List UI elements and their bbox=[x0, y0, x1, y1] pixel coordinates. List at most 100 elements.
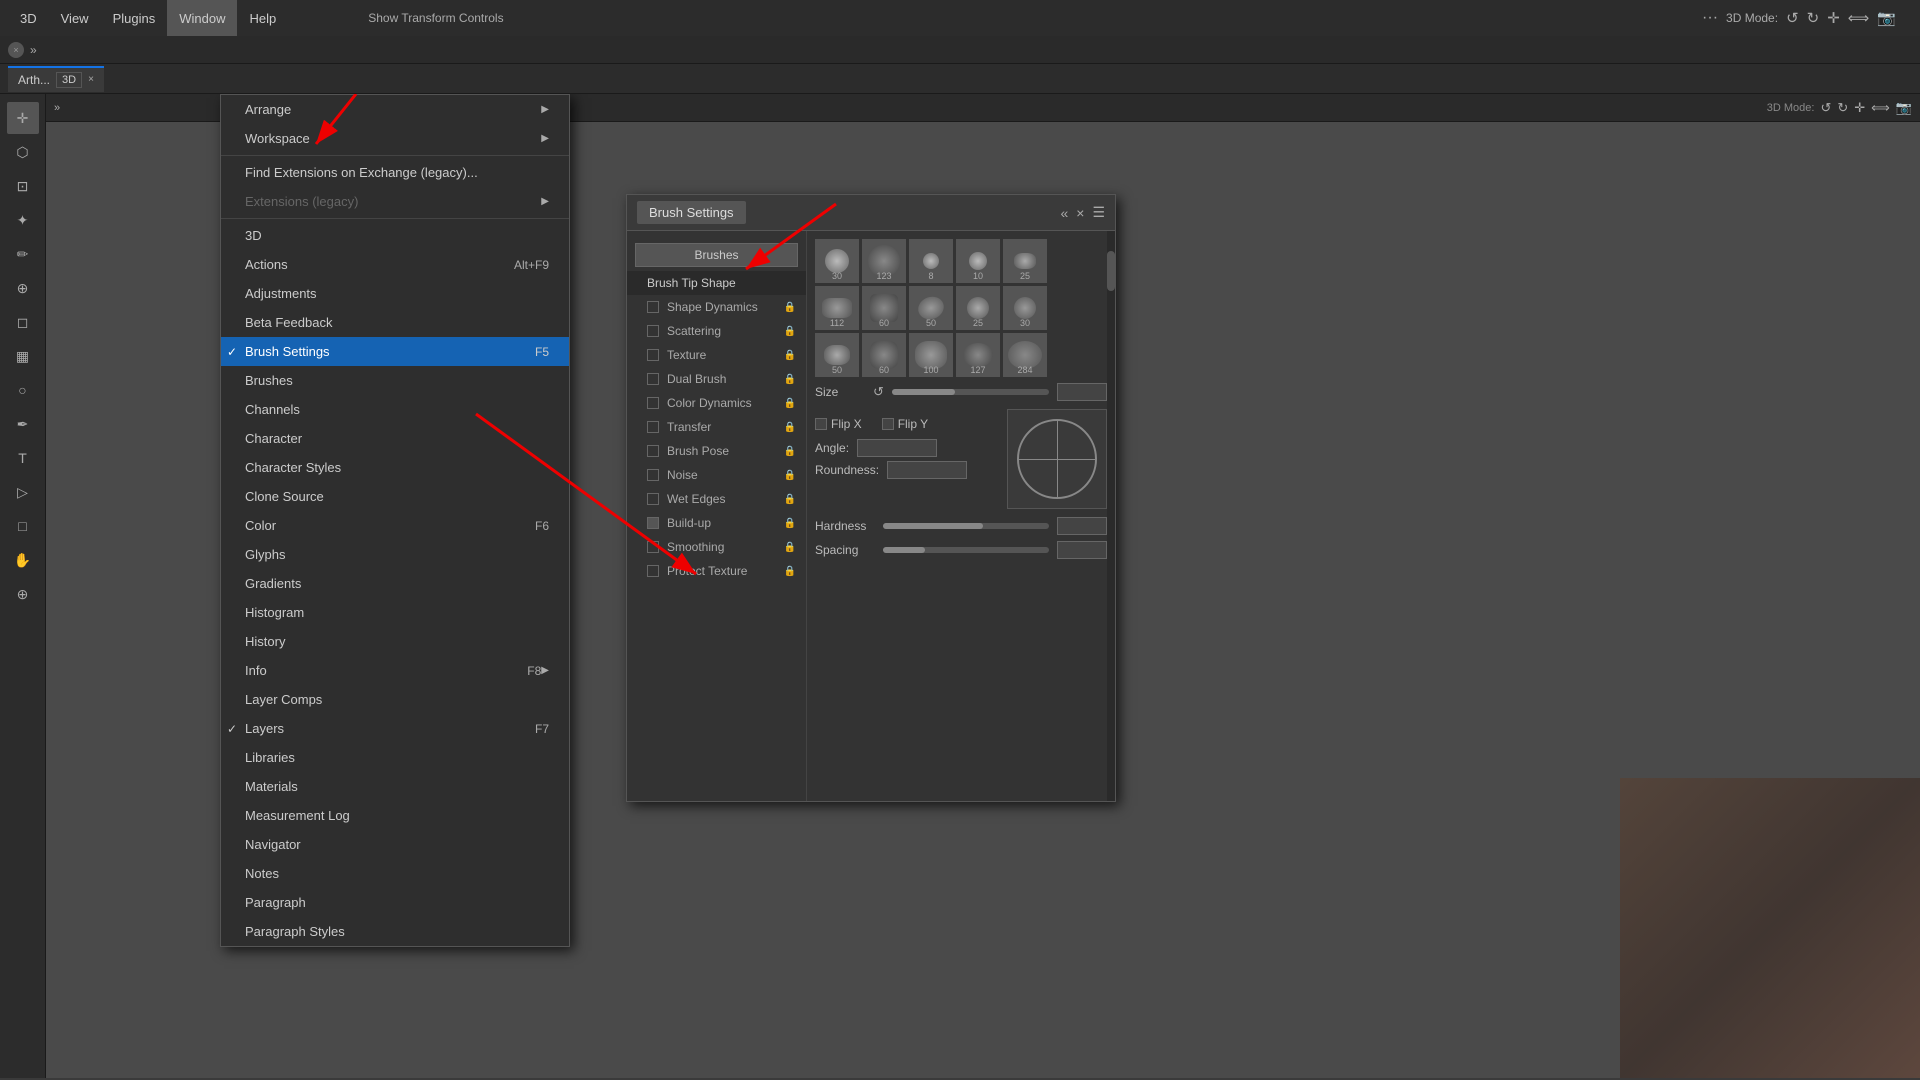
menu-item-navigator[interactable]: Navigator bbox=[221, 830, 569, 859]
menu-item-paragraph[interactable]: Paragraph bbox=[221, 888, 569, 917]
menu-item-gradients[interactable]: Gradients bbox=[221, 569, 569, 598]
inner-refresh-icon[interactable]: ↻ bbox=[1837, 100, 1848, 116]
brush-thumb-5[interactable]: 25 bbox=[1003, 239, 1047, 283]
shape-dynamics-item[interactable]: Shape Dynamics 🔒 bbox=[627, 295, 806, 319]
buildup-item[interactable]: Build-up 🔒 bbox=[627, 511, 806, 535]
size-slider[interactable] bbox=[892, 389, 1049, 395]
brush-thumb-3[interactable]: 8 bbox=[909, 239, 953, 283]
color-dynamics-item[interactable]: Color Dynamics 🔒 bbox=[627, 391, 806, 415]
menu-help[interactable]: Help bbox=[237, 0, 288, 36]
smoothing-checkbox[interactable] bbox=[647, 541, 659, 553]
menu-3d[interactable]: 3D bbox=[8, 0, 49, 36]
menu-item-brushes[interactable]: Brushes bbox=[221, 366, 569, 395]
lasso-tool[interactable]: ⬡ bbox=[7, 136, 39, 168]
brush-thumb-12[interactable]: 60 bbox=[862, 333, 906, 377]
close-document-btn[interactable]: × bbox=[8, 42, 24, 58]
brush-thumb-10[interactable]: 30 bbox=[1003, 286, 1047, 330]
healing-tool[interactable]: ✦ bbox=[7, 204, 39, 236]
menu-item-character[interactable]: Character bbox=[221, 424, 569, 453]
menu-item-character-styles[interactable]: Character Styles bbox=[221, 453, 569, 482]
menu-item-materials[interactable]: Materials bbox=[221, 772, 569, 801]
clone-stamp-tool[interactable]: ⊕ bbox=[7, 272, 39, 304]
menu-item-3d[interactable]: 3D bbox=[221, 221, 569, 250]
menu-item-measurement-log[interactable]: Measurement Log bbox=[221, 801, 569, 830]
brush-panel-close-btn[interactable]: × bbox=[1076, 205, 1084, 221]
inner-camera2-icon[interactable]: 📷 bbox=[1896, 100, 1912, 116]
eraser-tool[interactable]: ◻ bbox=[7, 306, 39, 338]
protect-texture-checkbox[interactable] bbox=[647, 565, 659, 577]
hand-tool[interactable]: ✋ bbox=[7, 544, 39, 576]
zoom-tool[interactable]: ⊕ bbox=[7, 578, 39, 610]
angle-input[interactable] bbox=[857, 439, 937, 457]
rectangle-tool[interactable]: □ bbox=[7, 510, 39, 542]
brush-panel-scrollbar[interactable] bbox=[1107, 231, 1115, 801]
brush-panel-title-tab[interactable]: Brush Settings bbox=[637, 201, 746, 224]
scattering-item[interactable]: Scattering 🔒 bbox=[627, 319, 806, 343]
menu-item-notes[interactable]: Notes bbox=[221, 859, 569, 888]
brush-thumb-9[interactable]: 25 bbox=[956, 286, 1000, 330]
spacing-slider[interactable] bbox=[883, 547, 1049, 553]
menu-item-beta-feedback[interactable]: Beta Feedback bbox=[221, 308, 569, 337]
shape-dynamics-checkbox[interactable] bbox=[647, 301, 659, 313]
menu-item-arrange[interactable]: Arrange ▶ bbox=[221, 95, 569, 124]
brush-thumb-15[interactable]: 284 bbox=[1003, 333, 1047, 377]
wet-edges-item[interactable]: Wet Edges 🔒 bbox=[627, 487, 806, 511]
close-tab-icon[interactable]: × bbox=[88, 74, 94, 85]
refresh-icon[interactable]: ↻ bbox=[1807, 9, 1820, 27]
menu-item-libraries[interactable]: Libraries bbox=[221, 743, 569, 772]
texture-checkbox[interactable] bbox=[647, 349, 659, 361]
menu-item-history[interactable]: History bbox=[221, 627, 569, 656]
brush-thumb-2[interactable]: 123 bbox=[862, 239, 906, 283]
path-select-tool[interactable]: ▷ bbox=[7, 476, 39, 508]
canvas-tab[interactable]: Arth... 3D × bbox=[8, 66, 104, 92]
brush-thumb-4[interactable]: 10 bbox=[956, 239, 1000, 283]
brush-thumb-11[interactable]: 50 bbox=[815, 333, 859, 377]
inner-pan-icon[interactable]: ⟺ bbox=[1871, 100, 1890, 116]
dual-brush-item[interactable]: Dual Brush 🔒 bbox=[627, 367, 806, 391]
flip-y-checkbox[interactable] bbox=[882, 418, 894, 430]
hardness-value[interactable] bbox=[1057, 517, 1107, 535]
three-dots-btn[interactable]: ··· bbox=[1702, 9, 1718, 27]
transfer-checkbox[interactable] bbox=[647, 421, 659, 433]
brush-thumb-6[interactable]: 112 bbox=[815, 286, 859, 330]
scattering-checkbox[interactable] bbox=[647, 325, 659, 337]
color-dynamics-checkbox[interactable] bbox=[647, 397, 659, 409]
menu-item-info[interactable]: Info F8 ▶ bbox=[221, 656, 569, 685]
brush-thumb-7[interactable]: 60 bbox=[862, 286, 906, 330]
brush-panel-collapse-btn[interactable]: « bbox=[1060, 205, 1068, 221]
menu-item-histogram[interactable]: Histogram bbox=[221, 598, 569, 627]
brushes-preset-btn[interactable]: Brushes bbox=[635, 243, 798, 267]
scrollbar-thumb[interactable] bbox=[1107, 251, 1115, 291]
move3d-icon[interactable]: ✛ bbox=[1827, 9, 1840, 27]
menu-item-layer-comps[interactable]: Layer Comps bbox=[221, 685, 569, 714]
brush-thumb-14[interactable]: 127 bbox=[956, 333, 1000, 377]
dodge-tool[interactable]: ○ bbox=[7, 374, 39, 406]
size-value[interactable] bbox=[1057, 383, 1107, 401]
size-reset-icon[interactable]: ↺ bbox=[873, 384, 884, 400]
brush-tool[interactable]: ✏ bbox=[7, 238, 39, 270]
menu-item-layers[interactable]: ✓ Layers F7 bbox=[221, 714, 569, 743]
brush-thumb-13[interactable]: 100 bbox=[909, 333, 953, 377]
gradient-tool[interactable]: ▦ bbox=[7, 340, 39, 372]
flip-x-checkbox[interactable] bbox=[815, 418, 827, 430]
menu-window[interactable]: Window bbox=[167, 0, 237, 36]
brush-pose-checkbox[interactable] bbox=[647, 445, 659, 457]
expand-inner-icon[interactable]: » bbox=[54, 102, 60, 114]
brush-tip-shape-item[interactable]: Brush Tip Shape bbox=[627, 271, 806, 295]
menu-item-brush-settings[interactable]: ✓ Brush Settings F5 bbox=[221, 337, 569, 366]
inner-rotate-icon[interactable]: ↺ bbox=[1820, 100, 1831, 116]
menu-item-adjustments[interactable]: Adjustments bbox=[221, 279, 569, 308]
menu-item-actions[interactable]: Actions Alt+F9 bbox=[221, 250, 569, 279]
menu-view[interactable]: View bbox=[49, 0, 101, 36]
camera-icon[interactable]: 📷 bbox=[1877, 9, 1896, 27]
expand-panels-icon[interactable]: » bbox=[30, 43, 37, 57]
crop-tool[interactable]: ⊡ bbox=[7, 170, 39, 202]
brush-thumb-8[interactable]: 50 bbox=[909, 286, 953, 330]
hardness-slider[interactable] bbox=[883, 523, 1049, 529]
menu-plugins[interactable]: Plugins bbox=[101, 0, 168, 36]
rotate-icon[interactable]: ↺ bbox=[1786, 9, 1799, 27]
transfer-item[interactable]: Transfer 🔒 bbox=[627, 415, 806, 439]
menu-item-glyphs[interactable]: Glyphs bbox=[221, 540, 569, 569]
texture-item[interactable]: Texture 🔒 bbox=[627, 343, 806, 367]
smoothing-item[interactable]: Smoothing 🔒 bbox=[627, 535, 806, 559]
